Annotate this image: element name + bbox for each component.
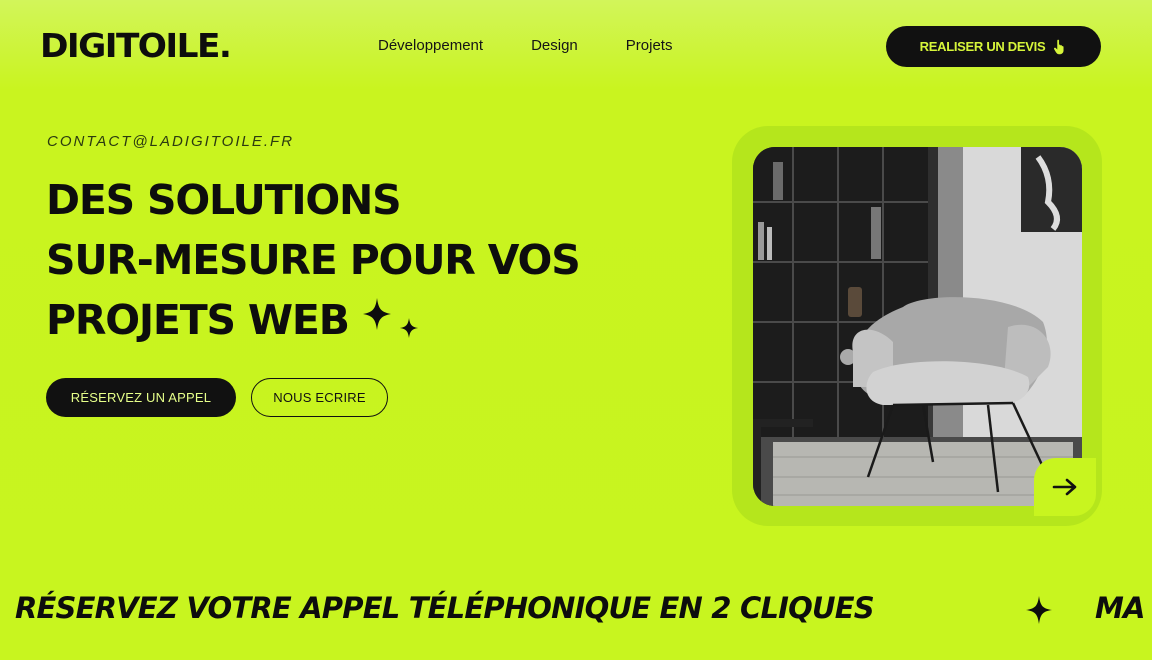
- nav-link-design[interactable]: Design: [531, 37, 578, 54]
- quote-button[interactable]: REALISER UN DEVIS: [886, 26, 1101, 67]
- hero-headline: DES SOLUTIONS SUR-MESURE POUR VOS PROJET…: [46, 170, 706, 350]
- star-icon: [1024, 595, 1054, 630]
- hand-pointer-icon: [1053, 39, 1067, 55]
- headline-line-2: SUR-MESURE POUR VOS: [46, 236, 581, 284]
- headline-line-1: DES SOLUTIONS: [46, 176, 402, 224]
- arrow-right-icon[interactable]: [1034, 458, 1096, 516]
- sparkles-icon: [357, 294, 427, 344]
- quote-button-label: REALISER UN DEVIS: [919, 39, 1046, 54]
- logo[interactable]: DIGITOILE.: [40, 26, 232, 65]
- book-call-button[interactable]: RÉSERVEZ UN APPEL: [46, 378, 236, 417]
- marquee-text-next: MA: [1095, 591, 1145, 625]
- marquee-banner: RÉSERVEZ VOTRE APPEL TÉLÉPHONIQUE EN 2 C…: [0, 585, 1152, 635]
- main-nav: Développement Design Projets: [378, 37, 672, 54]
- contact-email[interactable]: CONTACT@LADIGITOILE.FR: [47, 133, 294, 150]
- write-us-button[interactable]: NOUS ECRIRE: [251, 378, 388, 417]
- headline-line-3-wrap: PROJETS WEB: [46, 290, 706, 350]
- nav-link-developpement[interactable]: Développement: [378, 37, 483, 54]
- page: DIGITOILE. Développement Design Projets …: [0, 0, 1152, 660]
- headline-line-3: PROJETS WEB: [46, 296, 350, 344]
- armchair-photo: [753, 147, 1082, 506]
- marquee-text[interactable]: RÉSERVEZ VOTRE APPEL TÉLÉPHONIQUE EN 2 C…: [15, 591, 875, 625]
- nav-link-projets[interactable]: Projets: [626, 37, 673, 54]
